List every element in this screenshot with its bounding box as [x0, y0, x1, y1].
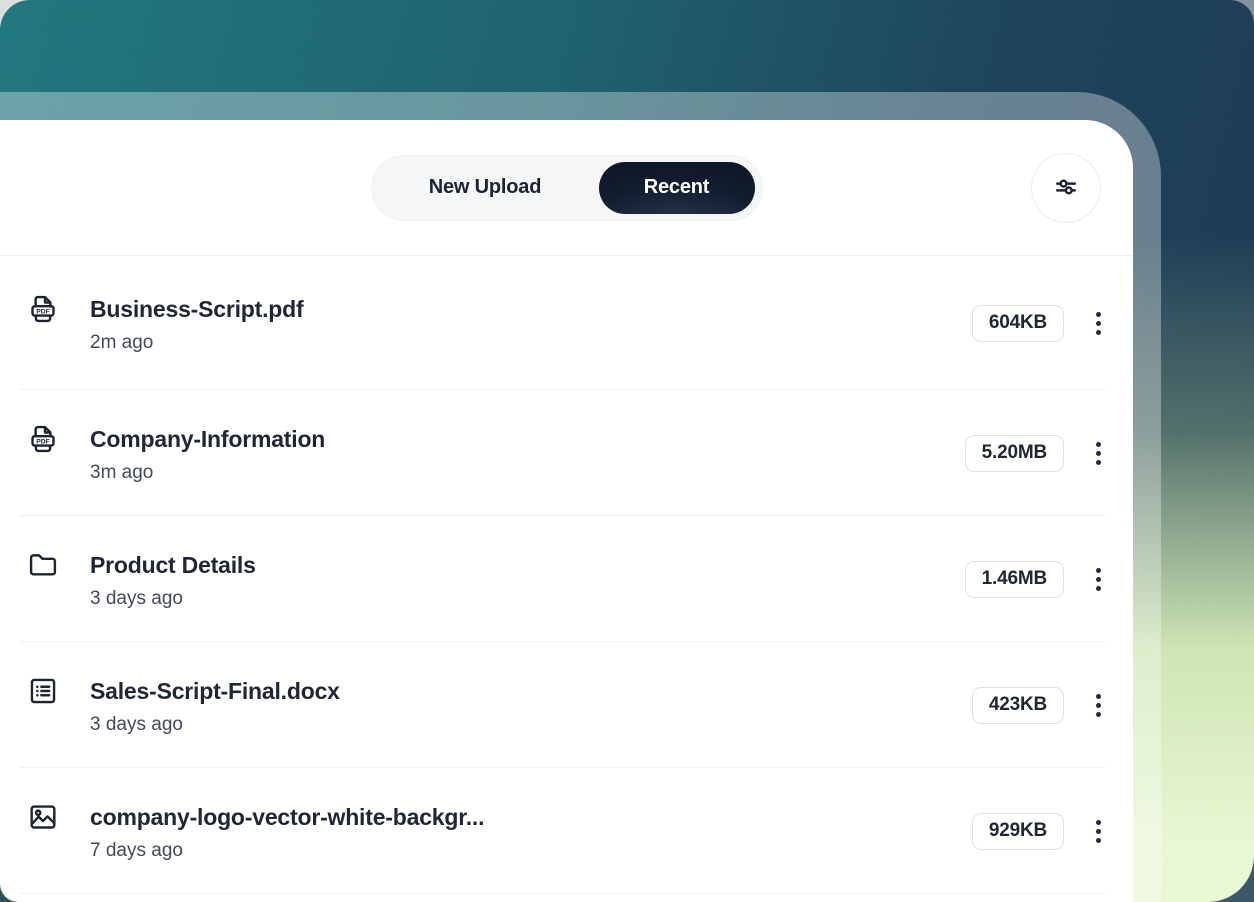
- file-name: Product Details: [90, 548, 965, 582]
- tab-recent[interactable]: Recent: [599, 162, 755, 214]
- file-name: Sales-Script-Final.docx: [90, 674, 972, 708]
- file-time: 7 days ago: [90, 839, 972, 863]
- document-list-icon: [26, 674, 60, 708]
- upload-recent-segmented-control: New Upload Recent: [371, 155, 763, 221]
- file-row[interactable]: PDF Business-Script.pdf 2m ago 604KB: [0, 256, 1133, 390]
- file-options-kebab-button[interactable]: [1091, 815, 1105, 847]
- file-meta: Business-Script.pdf 2m ago: [90, 292, 972, 355]
- file-row[interactable]: Product Details 3 days ago 1.46MB: [0, 516, 1133, 642]
- file-time: 3 days ago: [90, 713, 972, 737]
- file-meta: Product Details 3 days ago: [90, 548, 965, 611]
- file-meta: company-logo-vector-white-backgr... 7 da…: [90, 800, 972, 863]
- file-meta: Company-Information 3m ago: [90, 422, 965, 485]
- file-options-kebab-button[interactable]: [1091, 307, 1105, 339]
- file-time: 3m ago: [90, 461, 965, 485]
- file-time: 3 days ago: [90, 587, 965, 611]
- pdf-file-icon: PDF: [26, 422, 60, 456]
- file-size-badge: 423KB: [972, 687, 1064, 724]
- file-size-badge: 1.46MB: [965, 561, 1064, 598]
- file-row[interactable]: Sales-Script-Final.docx 3 days ago 423KB: [0, 642, 1133, 768]
- svg-text:PDF: PDF: [36, 438, 50, 445]
- sliders-icon: [1051, 172, 1081, 205]
- card-header: New Upload Recent: [0, 120, 1133, 256]
- file-options-kebab-button[interactable]: [1091, 563, 1105, 595]
- file-size-badge: 5.20MB: [965, 435, 1064, 472]
- file-size-badge: 929KB: [972, 813, 1064, 850]
- file-options-kebab-button[interactable]: [1091, 437, 1105, 469]
- pdf-file-icon: PDF: [26, 292, 60, 326]
- svg-text:PDF: PDF: [36, 308, 50, 315]
- file-size-badge: 604KB: [972, 305, 1064, 342]
- filter-button[interactable]: [1031, 153, 1101, 223]
- file-row[interactable]: company-logo-vector-white-backgr... 7 da…: [0, 768, 1133, 894]
- file-name: company-logo-vector-white-backgr...: [90, 800, 972, 834]
- image-icon: [26, 800, 60, 834]
- file-time: 2m ago: [90, 331, 972, 355]
- file-options-kebab-button[interactable]: [1091, 689, 1105, 721]
- file-list: PDF Business-Script.pdf 2m ago 604KB: [0, 256, 1133, 902]
- file-row[interactable]: PDF Company-Information 3m ago 5.20MB: [0, 390, 1133, 516]
- files-card: New Upload Recent PDF: [0, 120, 1133, 902]
- file-name: Business-Script.pdf: [90, 292, 972, 326]
- tab-new-upload[interactable]: New Upload: [372, 176, 599, 199]
- file-meta: Sales-Script-Final.docx 3 days ago: [90, 674, 972, 737]
- folder-icon: [26, 548, 60, 582]
- file-name: Company-Information: [90, 422, 965, 456]
